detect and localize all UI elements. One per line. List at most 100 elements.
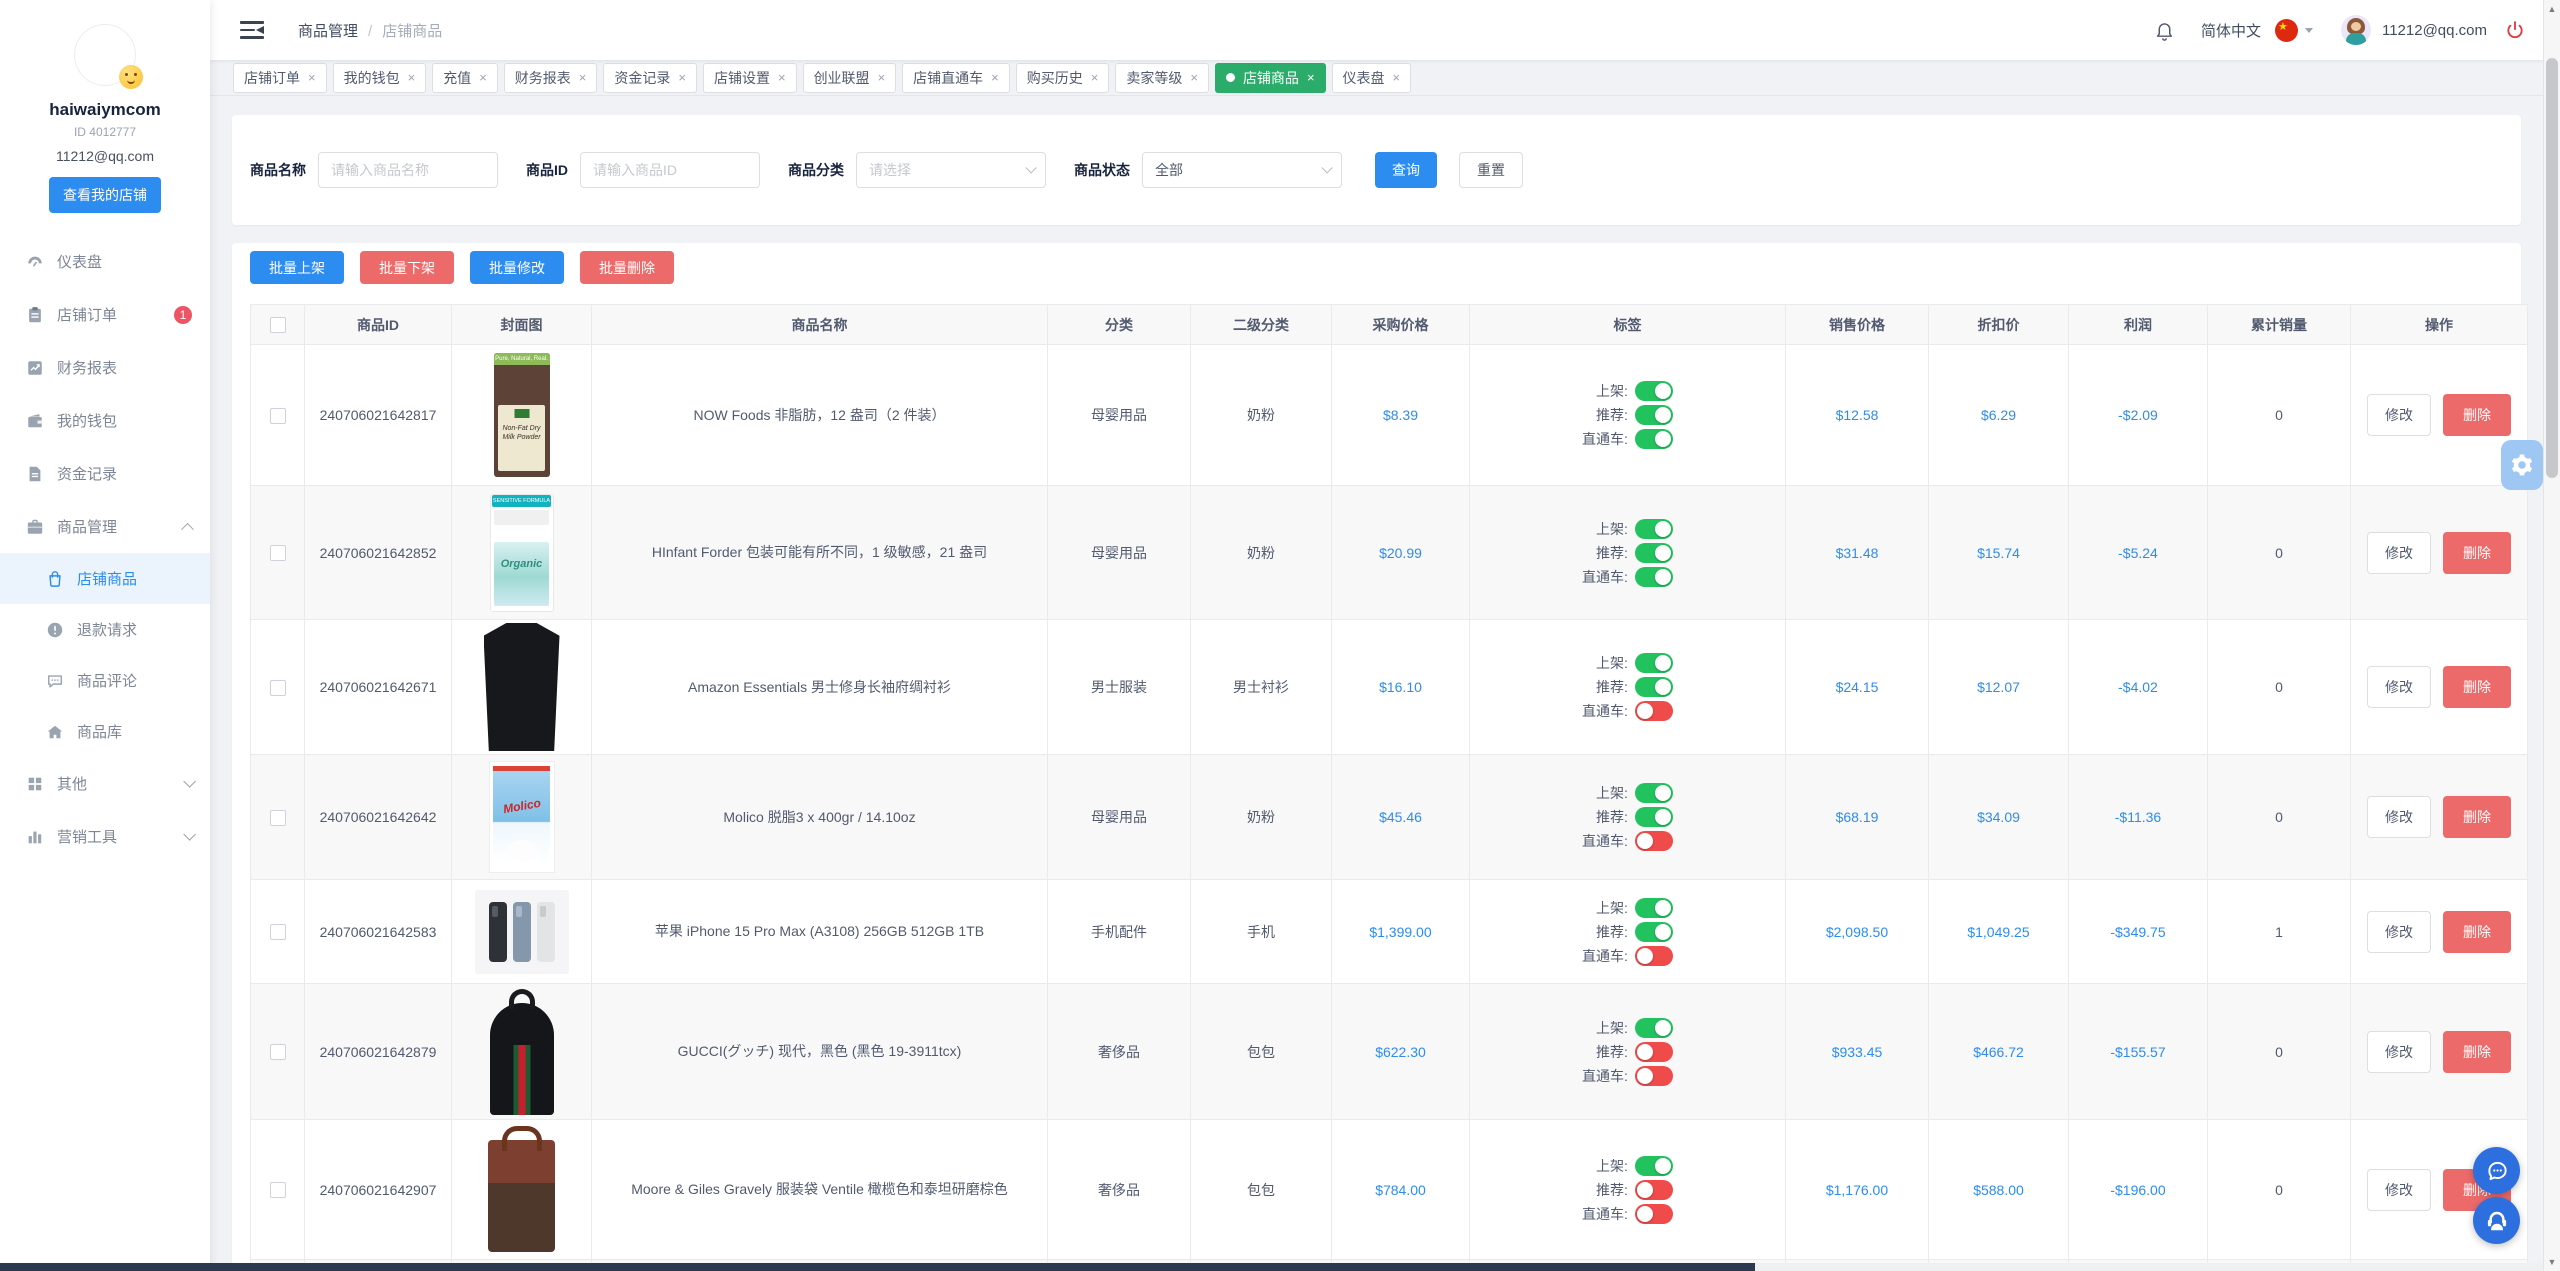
- close-tab-icon[interactable]: ×: [991, 70, 999, 85]
- breadcrumb-parent[interactable]: 商品管理: [298, 23, 358, 40]
- sidebar-item-仪表盘[interactable]: 仪表盘: [0, 235, 210, 288]
- batch-button-批量修改[interactable]: 批量修改: [470, 251, 564, 284]
- category-select[interactable]: 请选择: [856, 152, 1046, 188]
- edit-button[interactable]: 修改: [2367, 666, 2431, 708]
- toggle-recommend[interactable]: [1634, 677, 1673, 697]
- settings-gear-icon[interactable]: [2501, 440, 2543, 490]
- delete-button[interactable]: 删除: [2443, 666, 2511, 708]
- product-id-input[interactable]: [580, 152, 760, 188]
- close-tab-icon[interactable]: ×: [1091, 70, 1099, 85]
- toggle-recommend[interactable]: [1634, 1179, 1673, 1200]
- row-checkbox[interactable]: [269, 1182, 286, 1199]
- batch-button-批量上架[interactable]: 批量上架: [250, 251, 344, 284]
- toggle-recommend[interactable]: [1634, 542, 1673, 563]
- view-my-shop-button[interactable]: 查看我的店铺: [49, 177, 161, 213]
- horizontal-scrollbar-thumb[interactable]: [0, 1263, 1755, 1271]
- tab-充值[interactable]: 充值 ×: [432, 62, 498, 93]
- toggle-recommend[interactable]: [1634, 1041, 1673, 1062]
- sidebar-item-商品评论[interactable]: 商品评论: [0, 655, 210, 706]
- close-tab-icon[interactable]: ×: [1393, 70, 1401, 85]
- close-tab-icon[interactable]: ×: [408, 70, 416, 85]
- delete-button[interactable]: 删除: [2443, 910, 2511, 953]
- edit-button[interactable]: 修改: [2367, 531, 2431, 574]
- close-tab-icon[interactable]: ×: [308, 70, 316, 85]
- sidebar-item-店铺商品[interactable]: 店铺商品: [0, 553, 210, 604]
- tab-我的钱包[interactable]: 我的钱包 ×: [332, 62, 427, 93]
- search-button[interactable]: 查询: [1375, 152, 1437, 188]
- sidebar-item-退款请求[interactable]: 退款请求: [0, 604, 210, 655]
- tab-购买历史[interactable]: 购买历史 ×: [1015, 62, 1110, 93]
- toggle-onsale[interactable]: [1634, 518, 1673, 539]
- sidebar-item-资金记录[interactable]: 资金记录: [0, 447, 210, 500]
- scroll-up-arrow[interactable]: ▲: [2544, 1, 2560, 17]
- user-avatar-small[interactable]: [2340, 15, 2371, 45]
- tab-店铺设置[interactable]: 店铺设置 ×: [702, 62, 797, 93]
- toggle-onsale[interactable]: [1634, 653, 1673, 673]
- edit-button[interactable]: 修改: [2367, 910, 2431, 953]
- delete-button[interactable]: 删除: [2443, 394, 2511, 436]
- toggle-onsale[interactable]: [1634, 897, 1673, 918]
- row-checkbox[interactable]: [269, 809, 286, 826]
- reset-button[interactable]: 重置: [1459, 152, 1523, 188]
- row-checkbox[interactable]: [269, 1044, 286, 1061]
- toggle-express[interactable]: [1634, 831, 1673, 851]
- status-select[interactable]: 全部: [1142, 152, 1342, 188]
- language-selector[interactable]: 简体中文: [2201, 20, 2261, 41]
- row-checkbox[interactable]: [269, 924, 286, 941]
- tab-店铺直通车[interactable]: 店铺直通车 ×: [902, 62, 1010, 93]
- delete-button[interactable]: 删除: [2443, 1030, 2511, 1073]
- close-tab-icon[interactable]: ×: [678, 70, 686, 85]
- toggle-recommend[interactable]: [1634, 921, 1673, 942]
- bell-icon[interactable]: [2154, 20, 2175, 41]
- tab-资金记录[interactable]: 资金记录 ×: [603, 62, 697, 93]
- close-tab-icon[interactable]: ×: [878, 70, 886, 85]
- sidebar-item-商品库[interactable]: 商品库: [0, 706, 210, 757]
- batch-button-批量删除[interactable]: 批量删除: [580, 251, 674, 284]
- toggle-express[interactable]: [1634, 945, 1673, 966]
- edit-button[interactable]: 修改: [2367, 1168, 2431, 1211]
- tab-卖家等级[interactable]: 卖家等级 ×: [1115, 62, 1209, 93]
- row-checkbox[interactable]: [269, 679, 286, 696]
- sidebar-item-商品管理[interactable]: 商品管理: [0, 500, 210, 553]
- toggle-onsale[interactable]: [1634, 381, 1673, 401]
- vertical-scrollbar-thumb[interactable]: [2546, 58, 2558, 478]
- delete-button[interactable]: 删除: [2443, 796, 2511, 838]
- close-tab-icon[interactable]: ×: [579, 70, 587, 85]
- chevron-down-icon[interactable]: [2304, 27, 2313, 33]
- close-tab-icon[interactable]: ×: [1307, 70, 1315, 85]
- product-name-input[interactable]: [318, 152, 498, 188]
- sidebar-item-我的钱包[interactable]: 我的钱包: [0, 394, 210, 447]
- toggle-express[interactable]: [1634, 701, 1673, 721]
- tab-仪表盘[interactable]: 仪表盘 ×: [1331, 62, 1412, 93]
- edit-button[interactable]: 修改: [2367, 1030, 2431, 1073]
- topbar-email[interactable]: 11212@qq.com: [2382, 22, 2487, 39]
- toggle-onsale[interactable]: [1634, 783, 1673, 803]
- toggle-onsale[interactable]: [1634, 1155, 1673, 1176]
- power-logout-icon[interactable]: [2505, 20, 2525, 40]
- toggle-onsale[interactable]: [1634, 1017, 1673, 1038]
- close-tab-icon[interactable]: ×: [479, 70, 487, 85]
- row-checkbox[interactable]: [269, 545, 286, 562]
- tab-店铺订单[interactable]: 店铺订单 ×: [233, 62, 327, 93]
- sidebar-item-其他[interactable]: 其他: [0, 757, 210, 810]
- toggle-express[interactable]: [1634, 429, 1673, 449]
- row-checkbox[interactable]: [269, 407, 286, 424]
- collapse-menu-icon[interactable]: [240, 21, 264, 39]
- toggle-express[interactable]: [1634, 1065, 1673, 1086]
- close-tab-icon[interactable]: ×: [1190, 70, 1198, 85]
- chat-bubble-icon[interactable]: [2473, 1147, 2520, 1194]
- tab-店铺商品[interactable]: 店铺商品 ×: [1214, 62, 1326, 93]
- toggle-recommend[interactable]: [1634, 405, 1673, 425]
- sidebar-item-财务报表[interactable]: 财务报表: [0, 341, 210, 394]
- scroll-down-arrow[interactable]: ▼: [2544, 1254, 2560, 1270]
- sidebar-item-店铺订单[interactable]: 店铺订单 1: [0, 288, 210, 341]
- edit-button[interactable]: 修改: [2367, 796, 2431, 838]
- customer-service-icon[interactable]: [2473, 1197, 2520, 1244]
- select-all-checkbox[interactable]: [269, 317, 286, 334]
- tab-创业联盟[interactable]: 创业联盟 ×: [802, 62, 897, 93]
- toggle-recommend[interactable]: [1634, 807, 1673, 827]
- batch-button-批量下架[interactable]: 批量下架: [360, 251, 454, 284]
- toggle-express[interactable]: [1634, 1203, 1673, 1224]
- delete-button[interactable]: 删除: [2443, 531, 2511, 574]
- sidebar-item-营销工具[interactable]: 营销工具: [0, 810, 210, 863]
